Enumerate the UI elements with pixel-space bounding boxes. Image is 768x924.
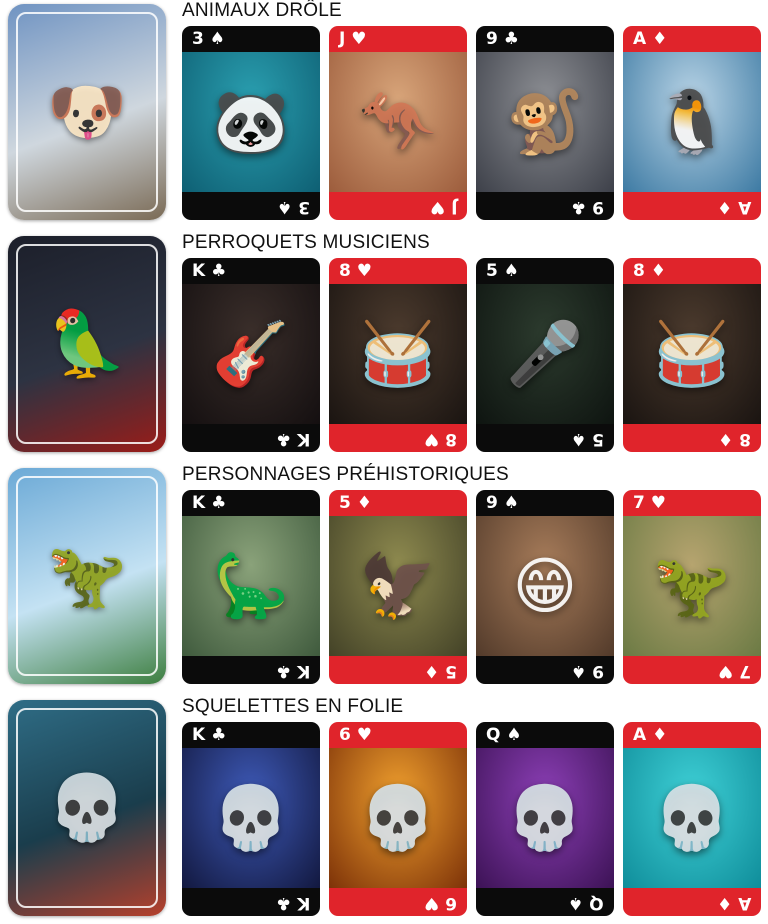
card-rank-suit-inverted: Q ♠ <box>568 893 604 913</box>
card-rank-suit-inverted: K ♣ <box>275 429 310 449</box>
card-rank-suit-inverted: 7 ♥ <box>718 661 751 681</box>
pterodactyl-icon: 🦅 <box>359 549 437 622</box>
card-rank-suit-inverted: 8 ♦ <box>718 429 751 449</box>
card-artwork: 🥁 <box>329 284 467 424</box>
card-rank-suit-inverted: K ♣ <box>275 893 310 913</box>
card-rank-suit-inverted: 9 ♣ <box>571 197 604 217</box>
card-artwork: 🐒 <box>476 52 614 192</box>
aviator-dog-icon: 🐶 <box>47 75 127 150</box>
row-title: PERROQUETS MUSICIENS <box>182 232 430 253</box>
card-rank-suit-inverted: 9 ♠ <box>571 661 604 681</box>
card-rank-suit: K ♣ <box>192 493 227 513</box>
playing-card: 8 ♥ 🥁 8 ♥ <box>329 258 467 452</box>
playing-card: 6 ♥ 💀 6 ♥ <box>329 722 467 916</box>
card-back-image: 🐶 <box>8 4 166 220</box>
parrot-drummer-icon: 🥁 <box>359 317 437 390</box>
surfing-penguin-icon: 🐧 <box>653 85 731 158</box>
card-back-image: 🦖 <box>8 468 166 684</box>
card-artwork: 💀 <box>182 748 320 888</box>
playing-card: 7 ♥ 🦖 7 ♥ <box>623 490 761 684</box>
card-rank-suit-inverted: J ♥ <box>429 197 457 217</box>
playing-card: K ♣ 🎸 K ♣ <box>182 258 320 452</box>
playing-card: 9 ♠ 😁 9 ♠ <box>476 490 614 684</box>
playing-card: A ♦ 🐧 A ♦ <box>623 26 761 220</box>
card-rank-suit-inverted: 3 ♠ <box>277 197 310 217</box>
card-rank-suit-inverted: 8 ♥ <box>424 429 457 449</box>
playing-card: A ♦ 💀 A ♦ <box>623 722 761 916</box>
card-artwork: 💀 <box>623 748 761 888</box>
card-rank-suit-inverted: 5 ♦ <box>424 661 457 681</box>
card-artwork: 🦕 <box>182 516 320 656</box>
card-rank-suit-inverted: K ♣ <box>275 661 310 681</box>
card-rank-suit-inverted: 6 ♥ <box>424 893 457 913</box>
card-rank-suit: K ♣ <box>192 261 227 281</box>
green-dinosaur-icon: 🦖 <box>653 549 731 622</box>
skeleton-king-icon: 💀 <box>212 781 290 854</box>
skeleton-liberty-icon: 💀 <box>653 781 731 854</box>
card-rank-suit: 9 ♣ <box>486 29 519 49</box>
card-row: 🦖 PERSONNAGES PRÉHISTORIQUES K ♣ 🦕 K ♣ 5 ♦ 🦅 5 … <box>0 464 768 692</box>
skating-monkey-icon: 🐒 <box>506 85 584 158</box>
row-title: SQUELETTES EN FOLIE <box>182 696 404 717</box>
boxing-kangaroo-icon: 🦘 <box>359 85 437 158</box>
playing-card: 8 ♦ 🥁 8 ♦ <box>623 258 761 452</box>
card-row: 💀 SQUELETTES EN FOLIE K ♣ 💀 K ♣ 6 ♥ 💀 6 ♥ Q ♠ 💀 Q … <box>0 696 768 924</box>
card-rank-suit: A ♦ <box>633 725 668 745</box>
card-artwork: 🎸 <box>182 284 320 424</box>
card-artwork: 😁 <box>476 516 614 656</box>
card-rank-suit: J ♥ <box>339 29 367 49</box>
row-title: PERSONNAGES PRÉHISTORIQUES <box>182 464 509 485</box>
playing-card: 9 ♣ 🐒 9 ♣ <box>476 26 614 220</box>
playing-card: Q ♠ 💀 Q ♠ <box>476 722 614 916</box>
parrot-guitarist-icon: 🎸 <box>212 317 290 390</box>
playing-card: K ♣ 🦕 K ♣ <box>182 490 320 684</box>
playing-card: K ♣ 💀 K ♣ <box>182 722 320 916</box>
card-rank-suit: 8 ♥ <box>339 261 372 281</box>
card-row: 🦜 PERROQUETS MUSICIENS K ♣ 🎸 K ♣ 8 ♥ 🥁 8 ♥ 5 ♠ 🎤 5… <box>0 232 768 460</box>
card-rank-suit-inverted: A ♦ <box>716 893 751 913</box>
card-artwork: 💀 <box>476 748 614 888</box>
card-rank-suit: 7 ♥ <box>633 493 666 513</box>
card-artwork: 💀 <box>329 748 467 888</box>
playing-card: J ♥ 🦘 J ♥ <box>329 26 467 220</box>
parrot-drummer-icon: 🥁 <box>653 317 731 390</box>
skeleton-family-icon: 💀 <box>47 771 127 846</box>
card-rank-suit: 9 ♠ <box>486 493 519 513</box>
playing-card: 5 ♠ 🎤 5 ♠ <box>476 258 614 452</box>
panda-diver-icon: 🐼 <box>212 85 290 158</box>
parrot-singer-icon: 🎤 <box>506 317 584 390</box>
card-rank-suit: 5 ♠ <box>486 261 519 281</box>
card-rank-suit-inverted: A ♦ <box>716 197 751 217</box>
card-rank-suit-inverted: 5 ♠ <box>571 429 604 449</box>
card-artwork: 🦘 <box>329 52 467 192</box>
card-back-image: 🦜 <box>8 236 166 452</box>
card-back-image: 💀 <box>8 700 166 916</box>
card-rank-suit: 5 ♦ <box>339 493 372 513</box>
cavemen-trio-icon: 😁 <box>512 549 578 623</box>
card-rank-suit: 3 ♠ <box>192 29 225 49</box>
skeleton-chef-icon: 💀 <box>359 781 437 854</box>
card-artwork: 🦖 <box>623 516 761 656</box>
card-artwork: 🎤 <box>476 284 614 424</box>
card-rank-suit: 8 ♦ <box>633 261 666 281</box>
dinosaurs-icon: 🦖 <box>47 539 127 614</box>
card-row: 🐶 ANIMAUX DRÔLE 3 ♠ 🐼 3 ♠ J ♥ 🦘 J ♥ 9 ♣ 🐒 9 ♣ A ♦ 🐧 A… <box>0 0 768 228</box>
card-rank-suit: A ♦ <box>633 29 668 49</box>
card-artwork: 🐧 <box>623 52 761 192</box>
playing-card: 3 ♠ 🐼 3 ♠ <box>182 26 320 220</box>
card-rank-suit: 6 ♥ <box>339 725 372 745</box>
parrot-guitarist-icon: 🦜 <box>47 307 127 382</box>
playing-card: 5 ♦ 🦅 5 ♦ <box>329 490 467 684</box>
card-artwork: 🐼 <box>182 52 320 192</box>
skeleton-queen-icon: 💀 <box>506 781 584 854</box>
card-artwork: 🥁 <box>623 284 761 424</box>
row-title: ANIMAUX DRÔLE <box>182 0 342 21</box>
card-rank-suit: Q ♠ <box>486 725 522 745</box>
dino-king-icon: 🦕 <box>212 549 290 622</box>
card-artwork: 🦅 <box>329 516 467 656</box>
card-rank-suit: K ♣ <box>192 725 227 745</box>
